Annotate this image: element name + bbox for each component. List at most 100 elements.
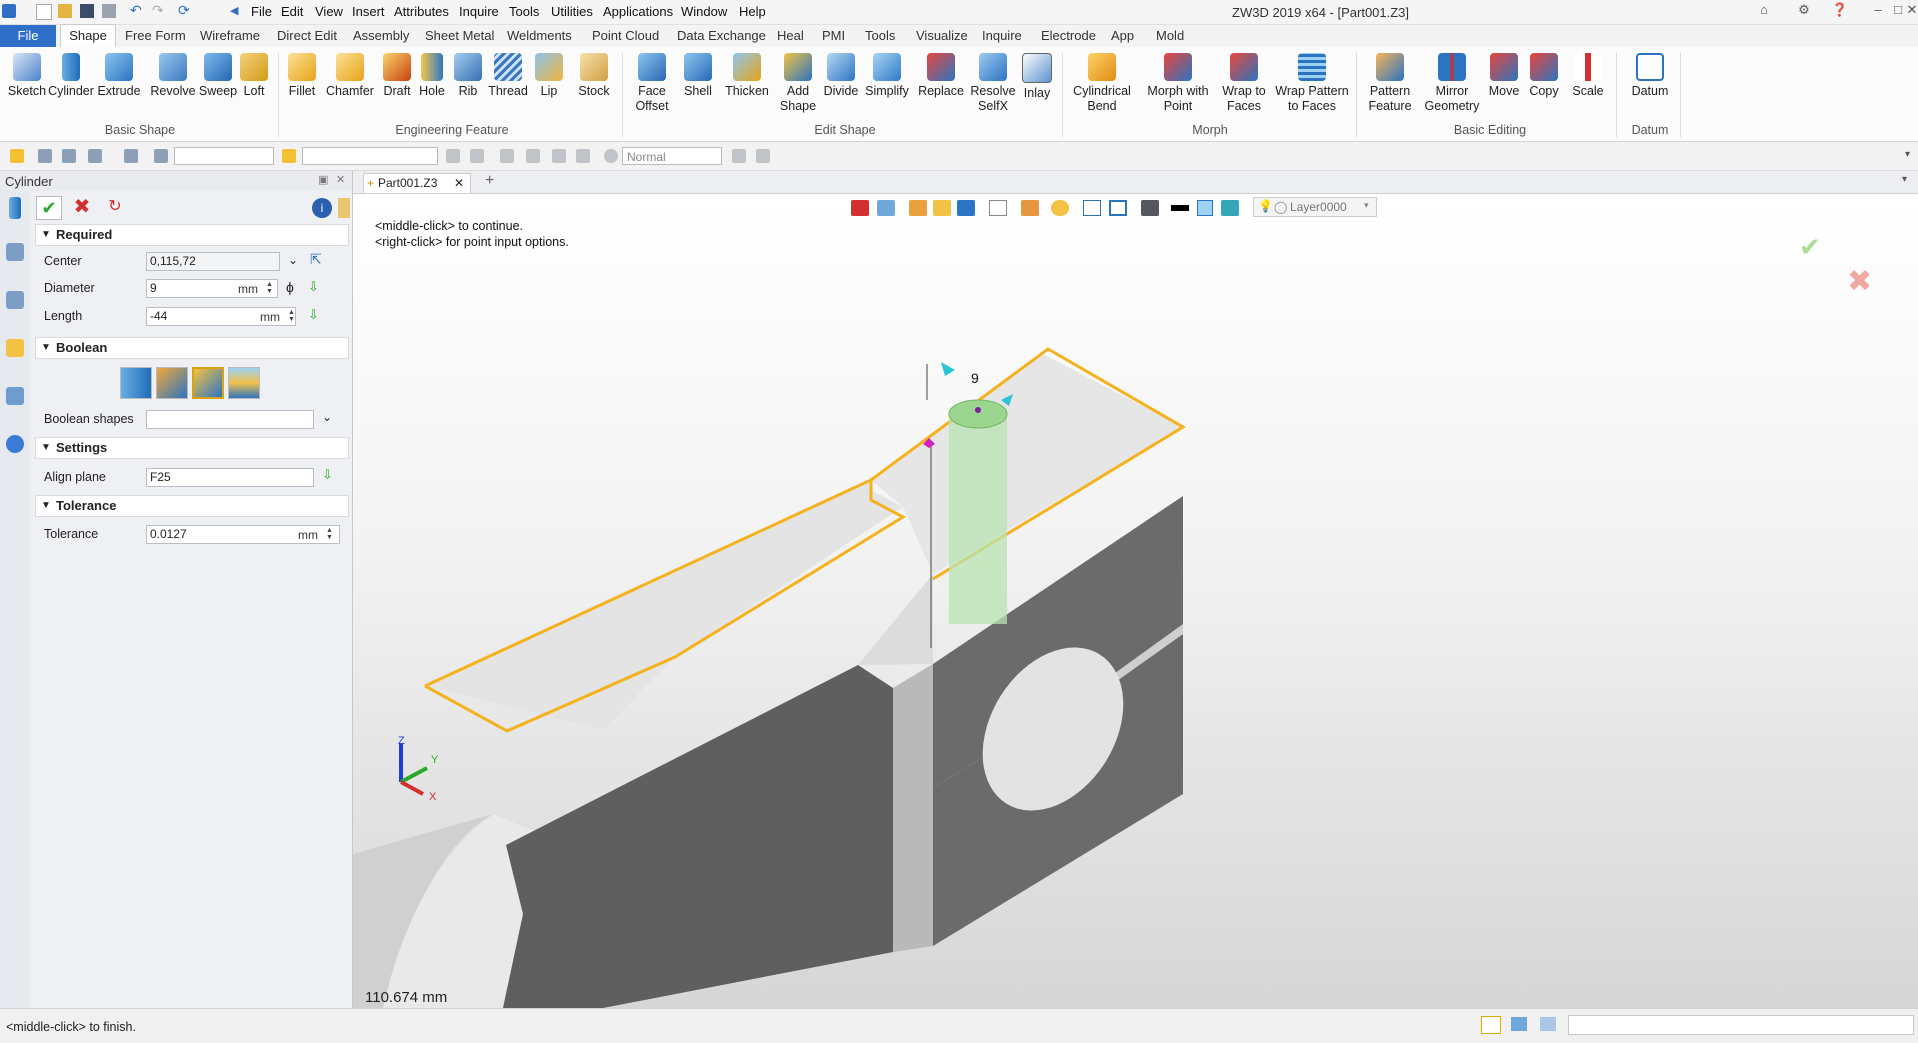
back-arrow-icon[interactable]: ◀ — [230, 4, 244, 18]
divide-button[interactable]: Divide — [820, 53, 862, 99]
pin-icon[interactable] — [576, 149, 590, 163]
menu-help[interactable]: Help — [739, 4, 766, 19]
pattern-feature-button[interactable]: Pattern Feature — [1362, 53, 1418, 114]
part-library-icon[interactable] — [6, 339, 24, 357]
settings-gear-icon[interactable]: ⚙ — [1794, 2, 1814, 18]
diameter-dimension-label[interactable]: 9 — [971, 370, 979, 386]
tab-weldments[interactable]: Weldments — [507, 28, 572, 43]
morph-with-point-button[interactable]: Morph with Point — [1142, 53, 1214, 114]
visual-manager-icon[interactable] — [6, 387, 24, 405]
toolbar-overflow-icon[interactable]: ▾ — [1905, 149, 1910, 160]
tab-assembly[interactable]: Assembly — [353, 28, 409, 43]
cylinder-button[interactable]: Cylinder — [48, 53, 94, 99]
panel-close-icon[interactable]: ✕ — [336, 173, 345, 186]
print-icon[interactable] — [102, 4, 116, 18]
stock-button[interactable]: Stock — [574, 53, 614, 99]
boolean-base-icon[interactable] — [120, 367, 152, 399]
menu-utilities[interactable]: Utilities — [551, 4, 593, 19]
new-tab-icon[interactable]: + — [485, 172, 494, 190]
sketch-button[interactable]: Sketch — [4, 53, 50, 99]
open-folder-icon[interactable] — [58, 4, 72, 18]
tab-inquire[interactable]: Inquire — [982, 28, 1022, 43]
tab-tools[interactable]: Tools — [865, 28, 895, 43]
wrap-to-faces-button[interactable]: Wrap to Faces — [1218, 53, 1270, 114]
lip-button[interactable]: Lip — [532, 53, 566, 99]
distribute-left-icon[interactable] — [500, 149, 514, 163]
inlay-button[interactable]: Inlay — [1018, 53, 1056, 101]
ok-button[interactable]: ✔ — [36, 196, 62, 220]
draft-button[interactable]: Draft — [378, 53, 416, 99]
center-field[interactable]: 0,115,72 — [146, 252, 280, 271]
add-shape-button[interactable]: Add Shape — [776, 53, 820, 114]
loft-button[interactable]: Loft — [236, 53, 272, 99]
menu-edit[interactable]: Edit — [281, 4, 303, 19]
new-file-icon[interactable] — [36, 4, 52, 20]
model-geometry[interactable] — [353, 194, 1918, 1008]
tab-mold[interactable]: Mold — [1156, 28, 1184, 43]
tab-visualize[interactable]: Visualize — [916, 28, 968, 43]
redo-icon[interactable]: ↷ — [152, 3, 166, 18]
menu-window[interactable]: Window — [681, 4, 727, 19]
statusbar-display-icon[interactable] — [1511, 1017, 1527, 1031]
hole-button[interactable]: Hole — [414, 53, 450, 99]
pick-filter-icon[interactable] — [38, 149, 52, 163]
sweep-button[interactable]: Sweep — [196, 53, 240, 99]
tab-list-icon[interactable]: ▾ — [1902, 174, 1907, 185]
fillet-button[interactable]: Fillet — [282, 53, 322, 99]
tab-direct-edit[interactable]: Direct Edit — [277, 28, 337, 43]
length-options-icon[interactable]: ⇩ — [308, 307, 319, 323]
info-icon[interactable]: i — [312, 198, 332, 218]
tab-wireframe[interactable]: Wireframe — [200, 28, 260, 43]
tab-free-form[interactable]: Free Form — [125, 28, 186, 43]
document-tab[interactable]: + Part001.Z3 ✕ — [363, 173, 471, 193]
tolerance-spinner[interactable]: ▲ ▼ — [326, 527, 333, 541]
revolve-button[interactable]: Revolve — [148, 53, 198, 99]
expand-double-chevron-icon[interactable]: ⌄ — [322, 410, 332, 424]
undo-icon[interactable]: ↶ — [130, 3, 144, 18]
thicken-button[interactable]: Thicken — [722, 53, 772, 99]
wrap-pattern-to-faces-button[interactable]: Wrap Pattern to Faces — [1274, 53, 1350, 114]
close-window-button[interactable]: ✕ — [1902, 2, 1918, 18]
diameter-spinner[interactable]: ▲ ▼ — [266, 281, 273, 295]
expand-double-chevron-icon[interactable]: ⌄ — [288, 253, 298, 267]
filter-combo[interactable] — [174, 147, 274, 165]
point-options-icon[interactable]: ⇱ — [310, 251, 322, 268]
mirror-geometry-button[interactable]: Mirror Geometry — [1420, 53, 1484, 114]
save-icon[interactable] — [80, 4, 94, 18]
diameter-options-icon[interactable]: ⇩ — [308, 279, 319, 295]
rib-button[interactable]: Rib — [452, 53, 484, 99]
move-button[interactable]: Move — [1486, 53, 1522, 99]
apply-button[interactable]: ↻ — [104, 196, 126, 218]
shape-filter-icon[interactable] — [124, 149, 138, 163]
collapse-ribbon-icon[interactable]: ⌂ — [1754, 2, 1774, 17]
statusbar-tree-icon[interactable] — [1481, 1016, 1501, 1034]
section-required[interactable]: ▼ Required — [35, 224, 349, 246]
command-input[interactable] — [1568, 1015, 1914, 1035]
align-plane-pick-icon[interactable]: ⇩ — [322, 467, 333, 483]
tab-app[interactable]: App — [1111, 28, 1134, 43]
simplify-button[interactable]: Simplify — [862, 53, 912, 99]
menu-file[interactable]: File — [251, 4, 272, 19]
grid-filter-icon[interactable] — [88, 149, 102, 163]
tab-data-exchange[interactable]: Data Exchange — [677, 28, 766, 43]
menu-applications[interactable]: Applications — [603, 4, 673, 19]
panel-pin-icon[interactable]: ▣ — [318, 173, 328, 186]
line-filter-icon[interactable] — [62, 149, 76, 163]
tab-shape[interactable]: Shape — [60, 24, 116, 48]
boolean-shapes-field[interactable] — [146, 410, 314, 429]
user-icon[interactable] — [6, 435, 24, 453]
settings-small-icon[interactable] — [756, 149, 770, 163]
distribute-center-icon[interactable] — [526, 149, 540, 163]
statusbar-window-icon[interactable] — [1540, 1017, 1556, 1031]
entity-combo[interactable] — [302, 147, 438, 165]
tab-heal[interactable]: Heal — [777, 28, 804, 43]
minimize-button[interactable]: – — [1868, 2, 1888, 17]
menu-tools[interactable]: Tools — [509, 4, 539, 19]
component-filter-icon[interactable] — [154, 149, 168, 163]
render-mode-icon[interactable] — [604, 149, 618, 163]
rebuild-icon[interactable]: ⟳ — [178, 3, 192, 18]
section-boolean[interactable]: ▼ Boolean — [35, 337, 349, 359]
extrude-button[interactable]: Extrude — [96, 53, 142, 99]
cylindrical-bend-button[interactable]: Cylindrical Bend — [1068, 53, 1136, 114]
section-tolerance[interactable]: ▼ Tolerance — [35, 495, 349, 517]
